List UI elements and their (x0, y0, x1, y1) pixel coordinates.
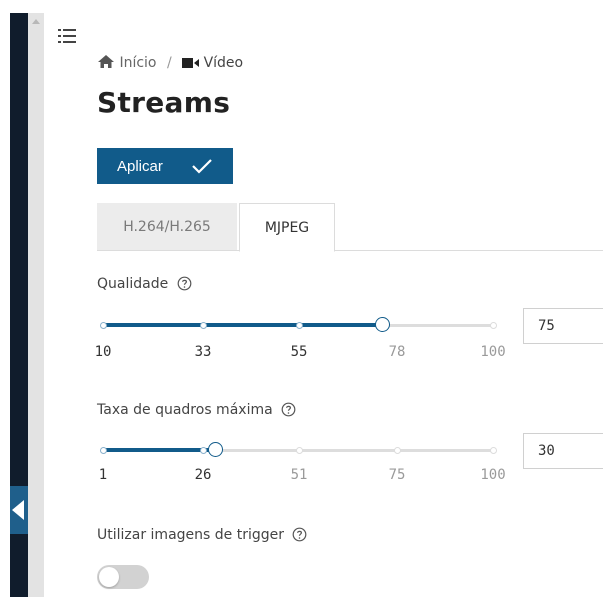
breadcrumb-separator: / (166, 55, 172, 71)
quality-slider-thumb[interactable] (374, 317, 390, 332)
frame-rate-tick-mark (296, 447, 303, 454)
quality-tick-mark (200, 322, 207, 329)
quality-slider-fill (103, 323, 383, 327)
tabs-divider (97, 250, 603, 251)
tab-mjpeg[interactable]: MJPEG (239, 203, 335, 252)
frame-rate-label: Taxa de quadros máxima (97, 402, 273, 418)
frame-rate-tick-label: 75 (388, 467, 406, 483)
quality-tick-label: 33 (194, 344, 212, 360)
quality-label: Qualidade (97, 276, 169, 292)
frame-rate-tick-label: 100 (480, 467, 506, 483)
frame-rate-tick-mark (394, 447, 401, 454)
trigger-field-label: Utilizar imagens de trigger (97, 527, 307, 543)
quality-input[interactable] (523, 308, 603, 344)
frame-rate-slider[interactable] (100, 441, 497, 461)
quality-tick-mark (100, 322, 107, 329)
home-icon (98, 55, 114, 68)
frame-rate-tick-mark (100, 447, 107, 454)
trigger-label: Utilizar imagens de trigger (97, 527, 284, 543)
quality-tick-label: 100 (480, 344, 506, 360)
frame-rate-tick-label: 51 (290, 467, 308, 483)
frame-rate-tick-mark (490, 447, 497, 454)
toggle-knob (99, 567, 119, 587)
chevron-left-icon (12, 500, 24, 520)
tab-h264-h265[interactable]: H.264/H.265 (97, 203, 237, 251)
breadcrumb-current-label: Vídeo (203, 55, 244, 71)
page-title: Streams (97, 86, 231, 119)
frame-rate-tick-mark (200, 447, 207, 454)
help-icon[interactable] (292, 527, 307, 542)
apply-button[interactable]: Aplicar (97, 148, 233, 184)
sidebar-collapse-button[interactable] (10, 486, 28, 534)
breadcrumb-current: Vídeo (182, 55, 243, 71)
help-icon[interactable] (177, 276, 192, 291)
check-icon (192, 159, 212, 174)
scrollbar[interactable] (28, 13, 44, 597)
quality-tick-mark (490, 322, 497, 329)
frame-rate-input[interactable] (523, 433, 603, 469)
quality-tick-label: 78 (388, 344, 406, 360)
frame-rate-slider-thumb[interactable] (208, 442, 224, 457)
quality-tick-label: 55 (290, 344, 308, 360)
quality-slider[interactable] (100, 316, 497, 336)
main-content: Início / Vídeo Streams Aplicar H.264/H.2… (94, 0, 603, 597)
frame-rate-tick-label: 1 (98, 467, 108, 483)
quality-field-label: Qualidade (97, 276, 192, 292)
trigger-images-toggle[interactable] (97, 565, 149, 589)
scroll-up-arrow-icon[interactable] (32, 19, 40, 24)
quality-tick-mark (296, 322, 303, 329)
help-icon[interactable] (281, 402, 296, 417)
frame-rate-tick-label: 26 (194, 467, 212, 483)
breadcrumb-home-link[interactable]: Início (97, 55, 161, 71)
breadcrumb: Início / Vídeo (97, 54, 243, 71)
breadcrumb-home-label: Início (119, 55, 157, 71)
codec-tabs: H.264/H.265 MJPEG (97, 203, 603, 252)
apply-button-label: Aplicar (117, 158, 163, 175)
video-camera-icon (182, 58, 200, 68)
list-menu-icon[interactable] (58, 28, 78, 44)
frame-rate-field-label: Taxa de quadros máxima (97, 402, 296, 418)
quality-tick-label: 10 (94, 344, 112, 360)
